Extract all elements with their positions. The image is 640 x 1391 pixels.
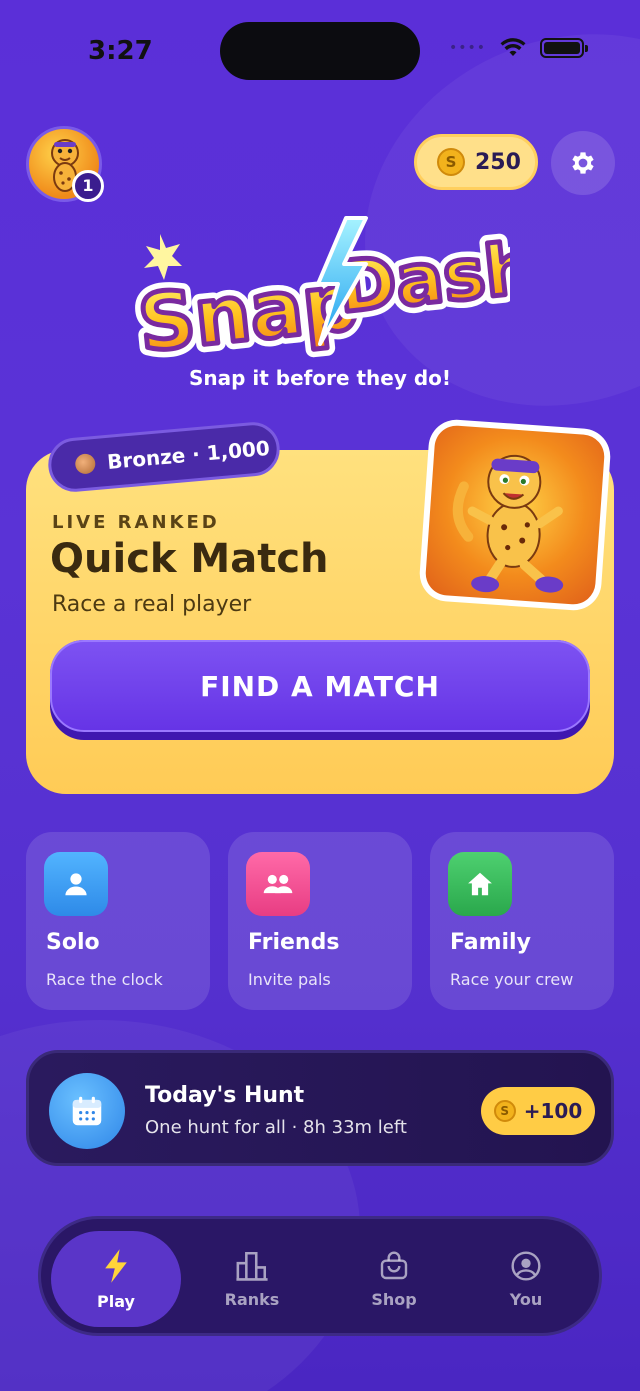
tab-label: Ranks <box>224 1289 280 1309</box>
tab-ranks[interactable]: Ranks <box>187 1231 317 1327</box>
status-time: 3:27 <box>88 36 153 66</box>
daily-hunt-card[interactable]: Today's Hunt One hunt for all · 8h 33m l… <box>26 1050 614 1166</box>
status-icons: •••• <box>448 38 588 58</box>
reward-amount: +100 <box>523 1099 583 1123</box>
shopping-bag-icon <box>380 1251 408 1279</box>
tab-label: You <box>509 1289 543 1309</box>
mode-title: Friends <box>248 930 340 955</box>
mode-tile-solo[interactable]: Solo Race the clock <box>26 832 210 1010</box>
home-icon <box>448 852 512 916</box>
coin-icon: S <box>493 1100 516 1122</box>
find-match-button[interactable]: FIND A MATCH <box>50 640 590 740</box>
tab-play[interactable]: Play <box>51 1231 181 1327</box>
mode-subtitle: Invite pals <box>248 970 331 989</box>
svg-text:Dash: Dash <box>334 227 510 329</box>
battery-icon <box>540 38 588 58</box>
quick-match-eyebrow: LIVE RANKED <box>52 512 220 533</box>
bolt-icon <box>105 1248 127 1283</box>
calendar-icon <box>49 1073 125 1149</box>
tagline: Snap it before they do! <box>188 366 452 390</box>
tab-you[interactable]: You <box>461 1231 591 1327</box>
tab-label: Play <box>97 1291 135 1311</box>
mode-tile-friends[interactable]: Friends Invite pals <box>228 832 412 1010</box>
coin-count: 250 <box>475 149 521 175</box>
daily-hunt-reward: S +100 <box>481 1087 595 1135</box>
level-badge: 1 <box>72 170 104 202</box>
gear-icon <box>572 152 594 174</box>
signal-dots-icon: •••• <box>448 40 486 56</box>
person-icon <box>44 852 108 916</box>
cheetah-mascot-icon <box>452 454 564 593</box>
mode-subtitle: Race your crew <box>450 970 574 989</box>
dynamic-island <box>220 22 420 80</box>
find-match-label: FIND A MATCH <box>50 640 590 732</box>
rank-label: Bronze · 1,000 <box>106 435 271 474</box>
coin-balance[interactable]: S 250 <box>414 134 538 190</box>
quick-match-subtitle: Race a real player <box>52 592 252 617</box>
bronze-medal-icon <box>74 453 97 475</box>
coin-icon: S <box>437 148 465 176</box>
wifi-icon <box>500 38 526 56</box>
settings-button[interactable] <box>551 131 615 195</box>
mode-subtitle: Race the clock <box>46 970 163 989</box>
tab-shop[interactable]: Shop <box>329 1231 459 1327</box>
mode-title: Solo <box>46 930 100 955</box>
daily-hunt-subtitle: One hunt for all · 8h 33m left <box>145 1117 407 1138</box>
tab-label: Shop <box>371 1289 417 1309</box>
user-circle-icon <box>511 1250 541 1281</box>
mode-title: Family <box>450 930 531 955</box>
bar-chart-icon <box>236 1251 268 1281</box>
bottom-tab-bar: Play Ranks Shop You <box>38 1216 602 1336</box>
quick-match-title: Quick Match <box>50 536 329 582</box>
mode-tile-family[interactable]: Family Race your crew <box>430 832 614 1010</box>
group-icon <box>246 852 310 916</box>
mascot-image <box>417 417 613 613</box>
daily-hunt-title: Today's Hunt <box>145 1083 305 1108</box>
snapdash-logo: Snap Snap Dash Dash <box>130 216 510 364</box>
